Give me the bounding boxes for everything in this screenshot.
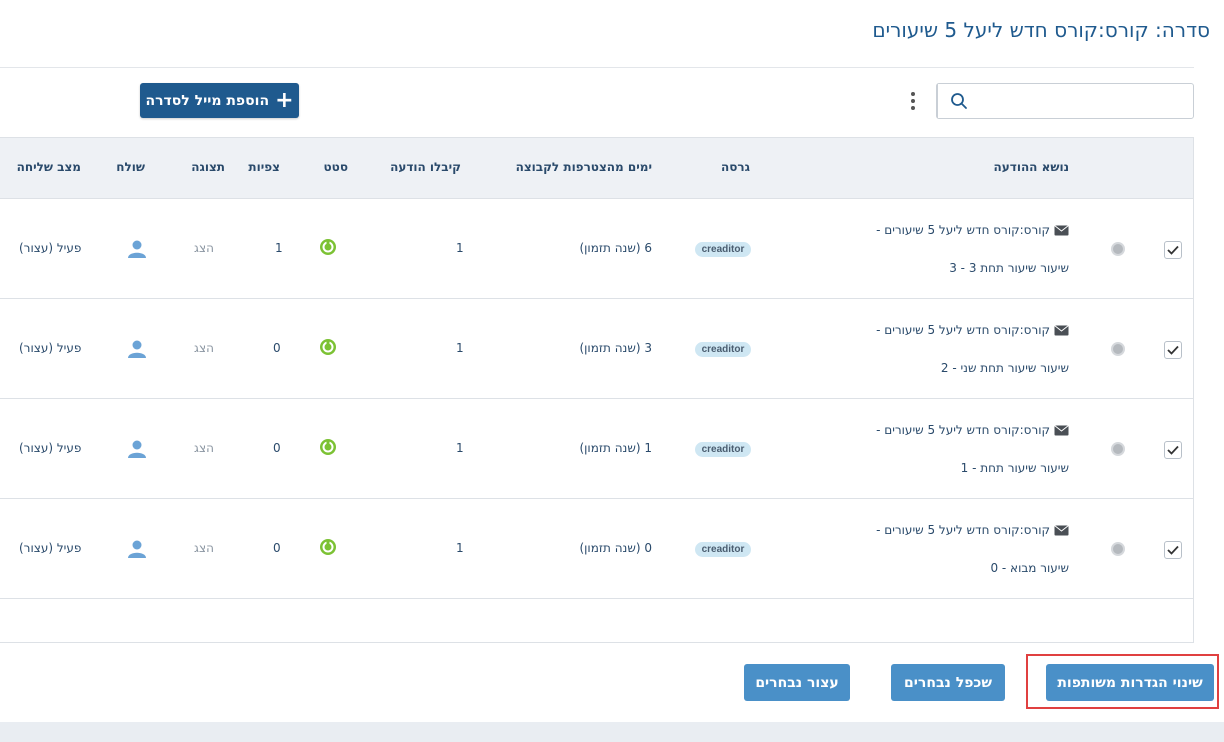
status-value: פעיל (עצור) [19,341,82,355]
page-title: סדרה: קורס:קורס חדש ליעל 5 שיעורים [872,18,1210,42]
row-checkbox[interactable] [1164,341,1182,359]
envelope-icon [1054,324,1069,335]
header-received: קיבלו הודעה [390,160,461,174]
subject-link[interactable]: קורס:קורס חדש ליעל 5 שיעורים - [876,423,1069,437]
header-subject: נושא ההודעה [993,160,1069,174]
received-value: 1 [456,541,464,555]
header-views: צפיות [248,160,280,174]
checkmark-icon [1167,445,1179,455]
envelope-icon [1054,224,1069,235]
days-value[interactable]: 0 (שנה תזמון) [579,541,652,555]
table-row[interactable]: קורס:קורס חדש ליעל 5 שיעורים - שיעור מבו… [0,499,1193,599]
days-value[interactable]: 1 (שנה תזמון) [579,441,652,455]
user-icon [128,540,146,558]
days-value[interactable]: 6 (שנה תזמון) [579,241,652,255]
preview-link[interactable]: הצג [194,341,214,355]
header-stats: סטט [323,160,348,174]
stats-icon[interactable] [319,538,337,556]
preview-link[interactable]: הצג [194,441,214,455]
plus-icon: + [275,87,294,113]
row-checkbox[interactable] [1164,241,1182,259]
header-preview: תצוגה [191,160,225,174]
version-badge: creaditor [695,542,751,557]
add-email-label: הוספת מייל לסדרה [145,92,270,109]
received-value: 1 [456,441,464,455]
stats-icon[interactable] [319,438,337,456]
change-shared-settings-button[interactable]: שינוי הגדרות משותפות [1046,664,1214,701]
status-value: פעיל (עצור) [19,541,82,555]
subject-link-line2[interactable]: שיעור שיעור תחת 3 - 3 [949,261,1069,275]
version-badge: creaditor [695,242,751,257]
more-vertical-icon [911,92,915,96]
row-checkbox[interactable] [1164,441,1182,459]
checkmark-icon [1167,545,1179,555]
received-value: 1 [456,241,464,255]
stats-icon[interactable] [319,338,337,356]
subject-link[interactable]: קורס:קורס חדש ליעל 5 שיעורים - [876,323,1069,337]
duplicate-selected-button[interactable]: שכפל נבחרים [891,664,1005,701]
row-checkbox[interactable] [1164,541,1182,559]
drag-handle-icon[interactable] [1111,342,1125,356]
drag-handle-icon[interactable] [1111,442,1125,456]
subject-link-line2[interactable]: שיעור מבוא - 0 [990,561,1069,575]
version-badge: creaditor [695,442,751,457]
status-value: פעיל (עצור) [19,441,82,455]
views-value: 0 [273,541,281,555]
drag-handle-icon[interactable] [1111,242,1125,256]
preview-link[interactable]: הצג [194,241,214,255]
header-status: מצב שליחה [16,160,81,174]
add-email-to-series-button[interactable]: + הוספת מייל לסדרה [140,83,299,118]
days-value[interactable]: 3 (שנה תזמון) [579,341,652,355]
preview-link[interactable]: הצג [194,541,214,555]
title-divider [0,67,1194,68]
subject-link-line2[interactable]: שיעור שיעור תחת - 1 [961,461,1069,475]
subject-link[interactable]: קורס:קורס חדש ליעל 5 שיעורים - [876,523,1069,537]
search-box [936,83,1194,119]
more-options-button[interactable] [905,88,921,114]
views-value: 0 [273,441,281,455]
drag-handle-icon[interactable] [1111,542,1125,556]
checkmark-icon [1167,245,1179,255]
stats-icon[interactable] [319,238,337,256]
table-row[interactable]: קורס:קורס חדש ליעל 5 שיעורים - שיעור שיע… [0,299,1193,399]
header-sender: שולח [116,160,145,174]
status-value: פעיל (עצור) [19,241,82,255]
user-icon [128,440,146,458]
envelope-icon [1054,524,1069,535]
stop-selected-button[interactable]: עצור נבחרים [744,664,850,701]
table-row[interactable]: קורס:קורס חדש ליעל 5 שיעורים - שיעור שיע… [0,199,1193,299]
header-version: גרסה [721,160,750,174]
views-value: 0 [273,341,281,355]
version-badge: creaditor [695,342,751,357]
checkmark-icon [1167,345,1179,355]
search-icon [950,93,967,109]
messages-table: נושא ההודעה גרסה ימים מהצטרפות לקבוצה קי… [0,137,1194,643]
table-header: נושא ההודעה גרסה ימים מהצטרפות לקבוצה קי… [0,138,1193,199]
user-icon [128,240,146,258]
search-input[interactable] [979,84,1193,118]
header-days: ימים מהצטרפות לקבוצה [515,160,652,174]
user-icon [128,340,146,358]
envelope-icon [1054,424,1069,435]
subject-link-line2[interactable]: שיעור שיעור תחת שני - 2 [941,361,1069,375]
subject-link[interactable]: קורס:קורס חדש ליעל 5 שיעורים - [876,223,1069,237]
search-button[interactable] [937,84,979,118]
bottom-strip [0,722,1224,742]
received-value: 1 [456,341,464,355]
views-value: 1 [275,241,283,255]
table-row[interactable]: קורס:קורס חדש ליעל 5 שיעורים - שיעור שיע… [0,399,1193,499]
